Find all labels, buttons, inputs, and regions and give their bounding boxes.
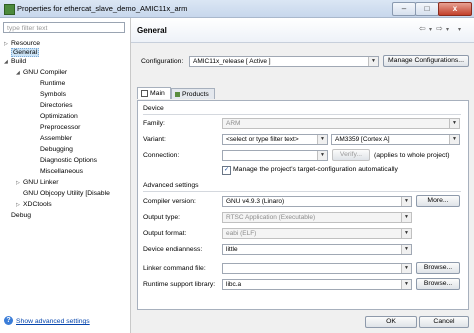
- tree-item-build[interactable]: ◢ Build: [4, 57, 26, 66]
- endianness-label: Device endianness:: [143, 246, 203, 253]
- variant-select[interactable]: AM3359 [Cortex A] ▼: [331, 134, 460, 145]
- dropdown-arrow-icon: ▼: [401, 245, 411, 254]
- variant-filter-input[interactable]: <select or type filter text> ▼: [222, 134, 328, 145]
- page-header: General ⇦ ▾ ⇨ ▾ ▾: [131, 18, 474, 43]
- configuration-label: Configuration:: [141, 58, 184, 65]
- expand-arrow-icon[interactable]: ▷: [4, 40, 11, 49]
- close-button[interactable]: x: [438, 2, 472, 16]
- tree-item-gnu-linker[interactable]: ▷ GNU Linker: [16, 178, 59, 187]
- collapse-arrow-icon[interactable]: ◢: [4, 58, 11, 67]
- back-arrow-icon[interactable]: ⇦: [419, 24, 426, 33]
- filter-input[interactable]: type filter text: [3, 22, 125, 33]
- tree-item-general[interactable]: General: [11, 48, 40, 57]
- dropdown-arrow-icon: ▼: [401, 229, 411, 238]
- verify-button[interactable]: Verify...: [332, 149, 370, 161]
- output-format-select[interactable]: eabi (ELF) ▼: [222, 228, 412, 239]
- view-menu-icon[interactable]: ▾: [458, 26, 461, 33]
- title-bar: Properties for ethercat_slave_demo_AMIC1…: [0, 0, 474, 18]
- output-format-label: Output format:: [143, 230, 187, 237]
- forward-arrow-icon[interactable]: ⇨: [436, 24, 443, 33]
- show-advanced-settings-link[interactable]: Show advanced settings: [16, 318, 90, 325]
- manage-target-checkbox[interactable]: ✓: [222, 166, 231, 175]
- browse-runtime-button[interactable]: Browse...: [416, 278, 460, 290]
- advanced-section-label: Advanced settings: [143, 182, 199, 189]
- tree-item-assembler[interactable]: Assembler: [40, 134, 72, 143]
- page-title: General: [137, 26, 167, 35]
- connection-label: Connection:: [143, 152, 180, 159]
- linker-command-file-label: Linker command file:: [143, 265, 206, 272]
- output-type-select[interactable]: RTSC Application (Executable) ▼: [222, 212, 412, 223]
- navigation-panel: type filter text ▷ Resource General ◢ Buil…: [0, 18, 131, 333]
- dropdown-arrow-icon: ▼: [317, 151, 327, 160]
- collapse-arrow-icon[interactable]: ◢: [16, 69, 23, 78]
- back-menu-icon[interactable]: ▾: [429, 26, 432, 33]
- tree-item-xdctools[interactable]: ▷ XDCtools: [16, 200, 52, 209]
- variant-label: Variant:: [143, 136, 166, 143]
- products-tab-icon: [175, 91, 180, 97]
- configuration-select[interactable]: AMIC11x_release [ Active ] ▼: [189, 56, 379, 67]
- connection-note: (applies to whole project): [374, 152, 450, 159]
- dropdown-arrow-icon: ▼: [449, 135, 459, 144]
- ok-button[interactable]: OK: [365, 316, 417, 328]
- tree-item-symbols[interactable]: Symbols: [40, 90, 66, 99]
- maximize-button[interactable]: □: [415, 2, 439, 16]
- tree-item-preprocessor[interactable]: Preprocessor: [40, 123, 80, 132]
- expand-arrow-icon[interactable]: ▷: [16, 201, 23, 210]
- manage-target-label: Manage the project's target-configuratio…: [233, 166, 398, 173]
- tree-item-directories[interactable]: Directories: [40, 101, 72, 110]
- endianness-select[interactable]: little ▼: [222, 244, 412, 255]
- main-tab-icon: [141, 89, 148, 97]
- family-select[interactable]: ARM ▼: [222, 118, 460, 129]
- cancel-button[interactable]: Cancel: [419, 316, 469, 328]
- dropdown-arrow-icon: ▼: [317, 135, 327, 144]
- tree-item-runtime[interactable]: Runtime: [40, 79, 65, 88]
- tree-item-miscellaneous[interactable]: Miscellaneous: [40, 167, 83, 176]
- browse-linker-button[interactable]: Browse...: [416, 262, 460, 274]
- app-icon: [4, 4, 15, 15]
- tree-item-debug[interactable]: Debug: [11, 211, 31, 220]
- dropdown-arrow-icon: ▼: [401, 197, 411, 206]
- compiler-version-label: Compiler version:: [143, 198, 196, 205]
- divider: [143, 114, 461, 115]
- family-label: Family:: [143, 120, 165, 127]
- runtime-support-library-label: Runtime support library:: [143, 281, 216, 288]
- forward-menu-icon[interactable]: ▾: [446, 26, 449, 33]
- linker-command-file-input[interactable]: ▼: [222, 263, 412, 274]
- expand-arrow-icon[interactable]: ▷: [16, 179, 23, 188]
- dropdown-arrow-icon: ▼: [401, 264, 411, 273]
- tree-item-resource[interactable]: ▷ Resource: [4, 39, 40, 48]
- more-button[interactable]: More...: [416, 195, 460, 207]
- dropdown-arrow-icon: ▼: [449, 119, 459, 128]
- minimize-button[interactable]: –: [392, 2, 416, 16]
- main-tab-panel: Device Family: ARM ▼ Variant: <select or …: [137, 100, 469, 310]
- dropdown-arrow-icon: ▼: [401, 280, 411, 289]
- device-section-label: Device: [143, 105, 164, 112]
- tree-item-optimization[interactable]: Optimization: [40, 112, 78, 121]
- connection-select[interactable]: ▼: [222, 150, 328, 161]
- output-type-label: Output type:: [143, 214, 181, 221]
- manage-configurations-button[interactable]: Manage Configurations...: [383, 55, 469, 67]
- dropdown-arrow-icon: ▼: [368, 57, 378, 66]
- tab-products[interactable]: Products: [171, 88, 215, 99]
- compiler-version-select[interactable]: GNU v4.9.3 (Linaro) ▼: [222, 196, 412, 207]
- tree-item-gnu-objcopy[interactable]: GNU Objcopy Utility [Disable: [23, 189, 110, 198]
- window-title: Properties for ethercat_slave_demo_AMIC1…: [17, 4, 188, 13]
- runtime-support-library-input[interactable]: libc.a ▼: [222, 279, 412, 290]
- tab-main[interactable]: Main: [137, 87, 171, 99]
- help-icon[interactable]: ?: [4, 316, 13, 325]
- tree-item-diagnostic-options[interactable]: Diagnostic Options: [40, 156, 97, 165]
- dropdown-arrow-icon: ▼: [401, 213, 411, 222]
- divider: [143, 191, 461, 192]
- tree-item-debugging[interactable]: Debugging: [40, 145, 73, 154]
- tree-item-gnu-compiler[interactable]: ◢ GNU Compiler: [16, 68, 67, 77]
- settings-panel: General ⇦ ▾ ⇨ ▾ ▾ Configuration: AMIC11x…: [131, 18, 474, 333]
